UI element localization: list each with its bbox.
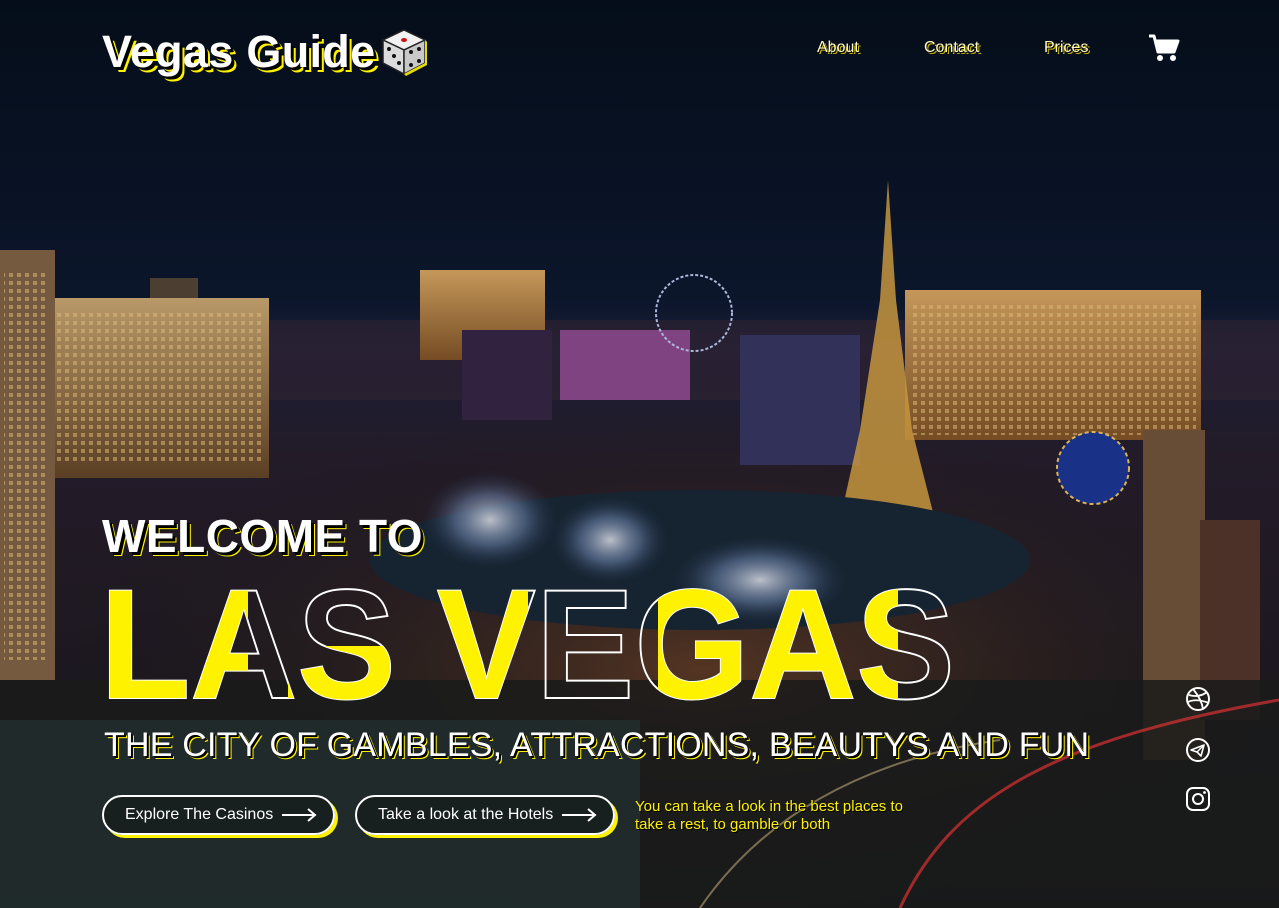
nav-link-about[interactable]: About (817, 36, 859, 60)
instagram-icon[interactable] (1185, 786, 1211, 812)
look-hotels-button[interactable]: Take a look at the Hotels (355, 795, 615, 835)
svg-text:LAS VEGAS: LAS VEGAS (100, 566, 955, 716)
hero-welcome-text: WELCOME TO (102, 510, 424, 562)
arrow-right-icon (562, 808, 597, 822)
explore-casinos-button[interactable]: Explore The Casinos (102, 795, 335, 835)
nav-link-contact[interactable]: Contact (924, 36, 979, 60)
main-nav: About Contact Prices (0, 36, 1279, 60)
telegram-icon[interactable] (1185, 737, 1211, 763)
dribbble-icon[interactable] (1185, 686, 1211, 712)
cart-icon[interactable] (1147, 32, 1181, 64)
hero-title: LAS VEGAS LAS VEGAS (99, 566, 956, 716)
hero-background-image (0, 0, 1279, 908)
look-hotels-label: Take a look at the Hotels (378, 806, 554, 823)
hero-note: You can take a look in the best places t… (635, 798, 903, 833)
nav-link-prices[interactable]: Prices (1044, 36, 1088, 60)
hero-tagline: THE CITY OF GAMBLES, ATTRACTIONS, BEAUTY… (104, 726, 1090, 764)
explore-casinos-label: Explore The Casinos (125, 806, 274, 823)
arrow-right-icon (282, 808, 317, 822)
